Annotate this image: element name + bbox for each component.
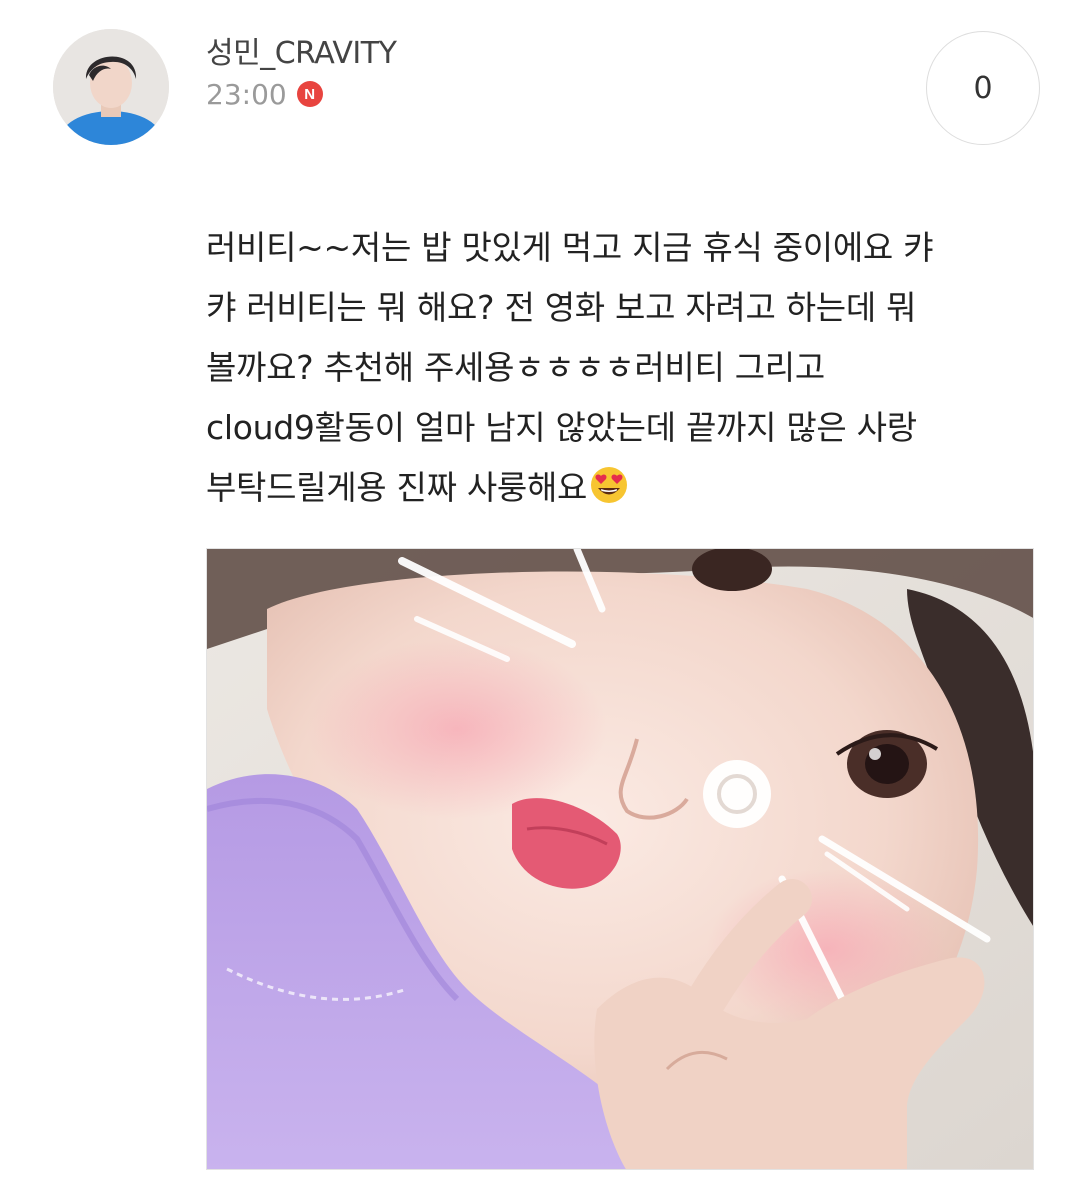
- message-line: 볼까요? 추천해 주세용ㅎㅎㅎㅎ러비티 그리고: [206, 348, 825, 387]
- selfie-photo: [207, 549, 1033, 1169]
- post-meta: 23:00 N: [206, 74, 323, 114]
- post-photo[interactable]: [206, 548, 1034, 1170]
- new-badge: N: [296, 81, 323, 107]
- message-line: 러비티~~저는 밥 맛있게 먹고 지금 휴식 중이에요 캬: [206, 228, 934, 267]
- message-line-text: 부탁드릴게용 진짜 사룽해요: [206, 468, 588, 507]
- message-line: cloud9활동이 얼마 남지 않았는데 끝까지 많은 사랑: [206, 408, 917, 447]
- profile-photo: [53, 29, 169, 145]
- message-line: 캬 러비티는 뭐 해요? 전 영화 보고 자려고 하는데 뭐: [206, 288, 917, 327]
- avatar[interactable]: [53, 29, 169, 145]
- username[interactable]: 성민_CRAVITY: [206, 28, 397, 72]
- message-body: 러비티~~저는 밥 맛있게 먹고 지금 휴식 중이에요 캬 캬 러비티는 뭐 해…: [206, 218, 1046, 524]
- count-button[interactable]: 0: [926, 31, 1040, 145]
- heart-eyes-emoji-icon: [589, 464, 629, 524]
- timestamp: 23:00: [206, 77, 287, 111]
- message-line-last: 부탁드릴게용 진짜 사룽해요: [206, 458, 1046, 524]
